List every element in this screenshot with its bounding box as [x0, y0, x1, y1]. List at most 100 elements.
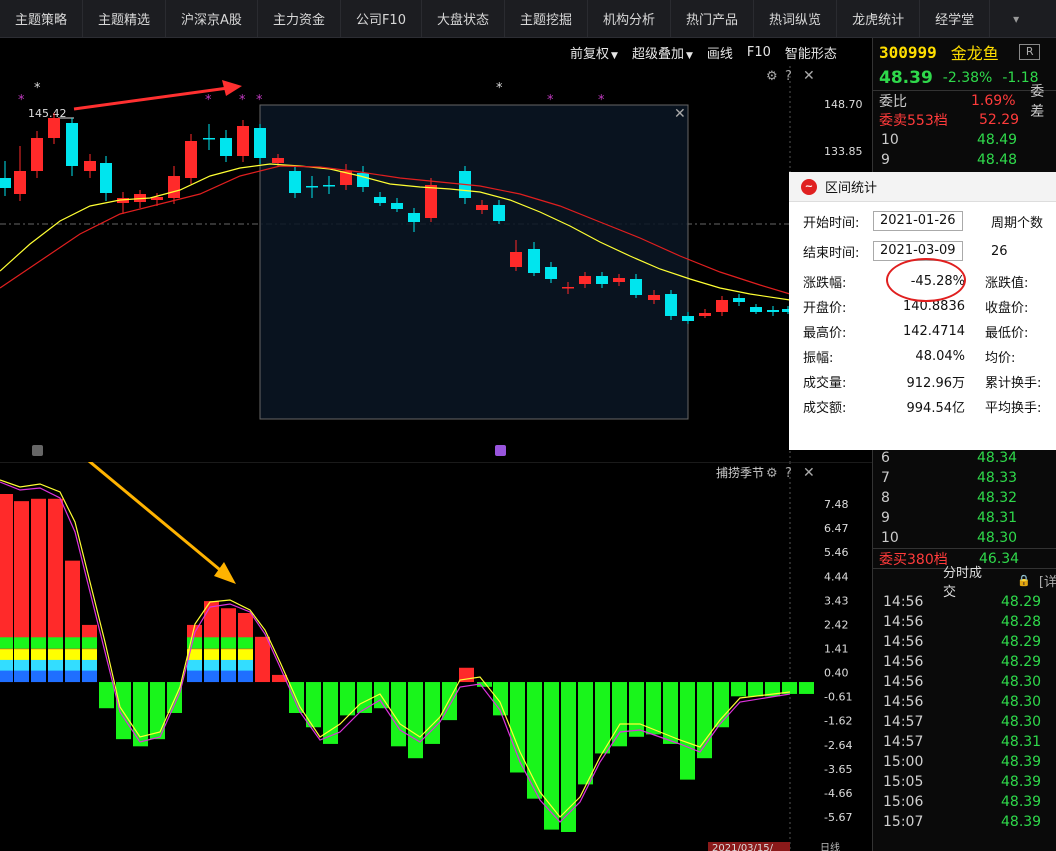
indicator-axis-label: 6.47	[824, 522, 849, 535]
level-number: 8	[881, 490, 890, 506]
candle-up	[716, 300, 728, 312]
indicator-band-block	[0, 637, 13, 649]
indicator-band-block	[31, 659, 46, 672]
indicator-band-block	[31, 637, 46, 649]
nav-item-3[interactable]: 主力资金	[258, 0, 341, 37]
nav-item-6[interactable]: 主题挖掘	[505, 0, 589, 37]
indicator-band-block	[0, 670, 13, 683]
tick-time: 14:56	[883, 614, 924, 630]
nav-item-9[interactable]: 热词纵览	[754, 0, 838, 37]
nav-item-10[interactable]: 龙虎统计	[837, 0, 921, 37]
event-icon[interactable]	[495, 445, 506, 456]
indicator-bar-down	[99, 682, 114, 709]
nav-item-0[interactable]: 主题策略	[0, 0, 84, 37]
toolbar-item-0[interactable]: 前复权 ▼	[570, 43, 618, 62]
indicator-band-block	[48, 637, 63, 649]
indicator-chart[interactable]: 捕捞季节 ⚙? ✕ 7.48 6.47 5.46 4.44 3.43 2.42 1.41 0.40 -…	[0, 462, 872, 851]
indicator-title: 捕捞季节	[716, 465, 764, 480]
top-nav: 主题策略 主题精选 沪深京A股 主力资金 公司F10 大盘状态 主题挖掘 机构分析 热门产品 热词…	[0, 0, 1056, 38]
indicator-band-block	[14, 659, 29, 672]
nav-item-7[interactable]: 机构分析	[588, 0, 672, 37]
stats-label-2: 收盘价:	[985, 300, 1029, 316]
tick-row: 15:00 48.39	[873, 752, 1056, 772]
buy-levels-wrap: 6 48.34 7 48.33 8 48.32 9 48.31 10 48.30 委买380档 4…	[873, 448, 1056, 832]
caret-down-icon: ▼	[611, 50, 618, 61]
candle-down	[682, 316, 694, 321]
candle-down	[750, 307, 762, 312]
help-icon[interactable]: ?	[785, 466, 792, 481]
book-level: 10 48.49	[873, 130, 1056, 150]
close-icon[interactable]: ✕	[803, 68, 815, 84]
nav-item-4[interactable]: 公司F10	[341, 0, 422, 37]
kline-chart[interactable]: ✕148.70133.85⚙? ✕145.42*** * *** *	[0, 66, 872, 462]
weibi-row: 委比 1.69% 委差	[873, 84, 1056, 120]
gear-icon[interactable]: ⚙	[766, 69, 778, 84]
caret-down-icon[interactable]: ▾	[990, 0, 1034, 37]
candle-down	[203, 138, 215, 140]
indicator-axis-label: 7.48	[824, 498, 849, 511]
indicator-band-block	[221, 649, 236, 661]
indicator-band-block	[31, 649, 46, 661]
nav-item-2[interactable]: 沪深京A股	[166, 0, 258, 37]
stats-label: 成交额:	[803, 400, 847, 416]
candle-up	[648, 295, 660, 300]
nav-item-5[interactable]: 大盘状态	[422, 0, 505, 37]
indicator-band-block	[0, 659, 13, 672]
toolbar-item-1[interactable]: 超级叠加 ▼	[632, 43, 693, 62]
tick-row: 14:56 48.28	[873, 612, 1056, 632]
signal-marker: *	[34, 81, 41, 96]
stats-label-2: 均价:	[985, 350, 1016, 366]
tick-row: 14:56 48.30	[873, 672, 1056, 692]
caret-down-icon: ▼	[685, 50, 693, 61]
indicator-bar-up	[255, 636, 270, 683]
pct-change: -2.38%	[942, 70, 993, 86]
start-time-input[interactable]: 2021-01-26	[873, 211, 963, 231]
help-icon[interactable]: ?	[785, 69, 792, 84]
nav-item-11[interactable]: 经学堂	[920, 0, 991, 37]
gear-icon[interactable]: ⚙	[766, 466, 778, 481]
tick-price: 48.39	[1001, 794, 1042, 810]
close-icon[interactable]: ✕	[803, 465, 815, 481]
book-level: 8 48.32	[873, 488, 1056, 508]
nav-item-1[interactable]: 主题精选	[83, 0, 167, 37]
indicator-band-block	[238, 637, 253, 649]
dialog-header: ~ 区间统计	[789, 172, 1056, 202]
level-number: 7	[881, 470, 890, 486]
signal-marker: *	[18, 93, 25, 108]
lock-icon[interactable]: 🔒	[1017, 574, 1031, 587]
indicator-bar-down	[680, 682, 695, 780]
indicator-band-block	[82, 649, 97, 661]
indicator-axis-label: -3.65	[824, 763, 852, 776]
candle-down	[254, 128, 266, 158]
candle-up	[14, 171, 26, 194]
candle-down	[733, 298, 745, 302]
candle-up	[579, 276, 591, 284]
candle-down	[323, 185, 335, 187]
indicator-bar-down	[561, 682, 576, 832]
tick-row: 14:56 48.29	[873, 652, 1056, 672]
tick-price: 48.28	[1001, 614, 1042, 630]
chip-r-button[interactable]: R	[1018, 44, 1041, 60]
period-suffix: 日线	[820, 841, 840, 851]
tick-time: 15:06	[883, 794, 924, 810]
indicator-axis-label: 5.46	[824, 546, 849, 559]
indicator-band-block	[204, 637, 219, 649]
tick-list: 14:56 48.29 14:56 48.28 14:56 48.29 14:56 48.29…	[873, 592, 1056, 832]
indicator-band-block	[221, 637, 236, 649]
indicator-axis-label: -0.61	[824, 691, 852, 704]
candle-down	[767, 310, 779, 312]
toolbar-item-4[interactable]: 智能形态	[785, 43, 837, 62]
tick-row: 15:07 48.39	[873, 812, 1056, 832]
note-icon[interactable]	[32, 445, 43, 456]
level-number: 6	[881, 450, 890, 466]
toolbar-item-2[interactable]: 画线	[707, 43, 733, 62]
weibi-value: 1.69%	[971, 92, 1016, 109]
indicator-line-pink	[0, 481, 791, 823]
tick-time: 14:56	[883, 654, 924, 670]
indicator-axis-label: -4.66	[824, 787, 852, 800]
toolbar-item-3[interactable]: F10	[747, 45, 771, 60]
ticks-detail-link[interactable]: [详	[1039, 571, 1056, 590]
nav-item-8[interactable]: 热门产品	[671, 0, 755, 37]
toolbar-item-label: 画线	[706, 46, 733, 62]
candle-down	[408, 213, 420, 222]
